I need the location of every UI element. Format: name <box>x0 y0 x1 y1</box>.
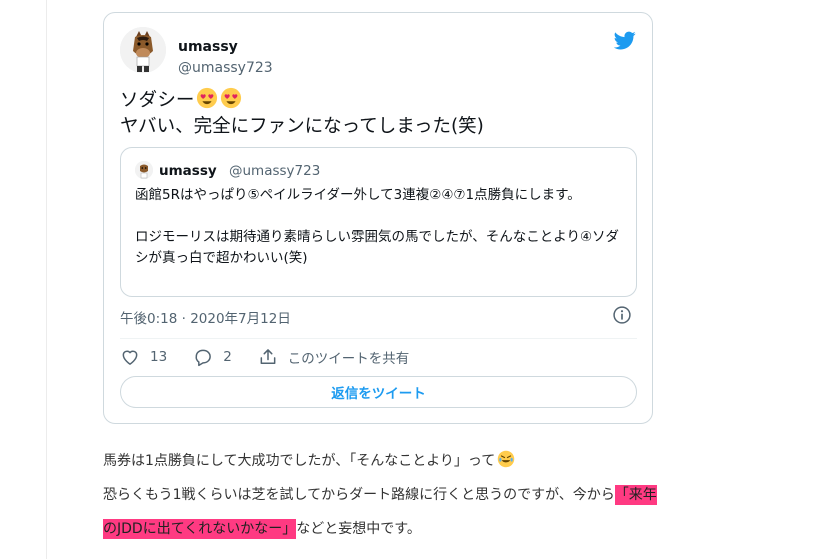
like-count: 13 <box>150 349 168 365</box>
embedded-tweet[interactable]: umassy @umassy723 ソダシー ヤバい、完全にファンになってしまっ… <box>103 12 653 424</box>
article-line-1: 馬券は1点勝負にして大成功でしたが、「そんなことより」って <box>103 444 803 478</box>
highlighted-text: 「来年 <box>614 485 657 505</box>
share-icon <box>260 349 276 364</box>
author-handle[interactable]: @umassy723 <box>178 60 273 76</box>
quoted-author-handle: @umassy723 <box>229 163 321 179</box>
share-label: このツイートを共有 <box>287 351 410 367</box>
tweet-text-line-1: ソダシー <box>120 87 630 114</box>
quoted-paragraph-2: ロジモーリスは期待通り素晴らしい雰囲気の馬でしたが、そんなことより④ソダシが真っ… <box>135 229 620 266</box>
author-avatar[interactable] <box>120 27 166 73</box>
quoted-author-avatar <box>135 161 153 179</box>
tweet-body: ソダシー ヤバい、完全にファンになってしまった(笑) <box>120 87 630 140</box>
article-line-2: 恐らくもう1戦くらいは芝を試してからダート路線に行くと思うのですが、今から「来年 <box>103 485 657 505</box>
reply-tweet-button[interactable]: 返信をツイート <box>120 376 637 408</box>
reply-count-button[interactable]: 2 <box>193 347 232 367</box>
heart-eyes-emoji-icon <box>221 87 242 109</box>
heart-eyes-emoji-icon <box>197 87 218 109</box>
share-button[interactable]: このツイートを共有 <box>258 347 410 367</box>
heart-icon <box>122 350 138 365</box>
quoted-tweet[interactable]: umassy @umassy723 函館5Rはやっぱり⑤ペイルライダー外して3連… <box>120 147 637 297</box>
quoted-tweet-body: 函館5Rはやっぱり⑤ペイルライダー外して3連複②④⑦1点勝負にします。 ロジモー… <box>135 185 625 290</box>
quoted-paragraph-1: 函館5Rはやっぱり⑤ペイルライダー外して3連複②④⑦1点勝負にします。 <box>135 187 581 203</box>
reply-count: 2 <box>223 349 232 365</box>
action-divider <box>120 338 637 339</box>
rofl-emoji-icon <box>497 450 515 468</box>
info-icon[interactable] <box>612 305 632 325</box>
author-name[interactable]: umassy <box>178 39 238 55</box>
tweet-text-line-2: ヤバい、完全にファンになってしまった(笑) <box>120 116 484 137</box>
like-button[interactable]: 13 <box>120 347 167 367</box>
left-divider <box>46 0 47 559</box>
article-line-3: のJDDに出てくれないかなー」などと妄想中です。 <box>103 519 421 539</box>
tweet-timestamp[interactable]: 午後0:18 · 2020年7月12日 <box>120 307 291 327</box>
quoted-author-name: umassy <box>159 163 217 179</box>
tweet-actions: 13 2 このツイートを共有 <box>120 345 435 369</box>
reply-bubble-icon <box>195 349 212 367</box>
twitter-bird-icon[interactable] <box>614 29 636 51</box>
highlighted-text: のJDDに出てくれないかなー」 <box>103 519 297 539</box>
article-body: 馬券は1点勝負にして大成功でしたが、「そんなことより」って 恐らくもう1戦くらい… <box>103 444 803 546</box>
